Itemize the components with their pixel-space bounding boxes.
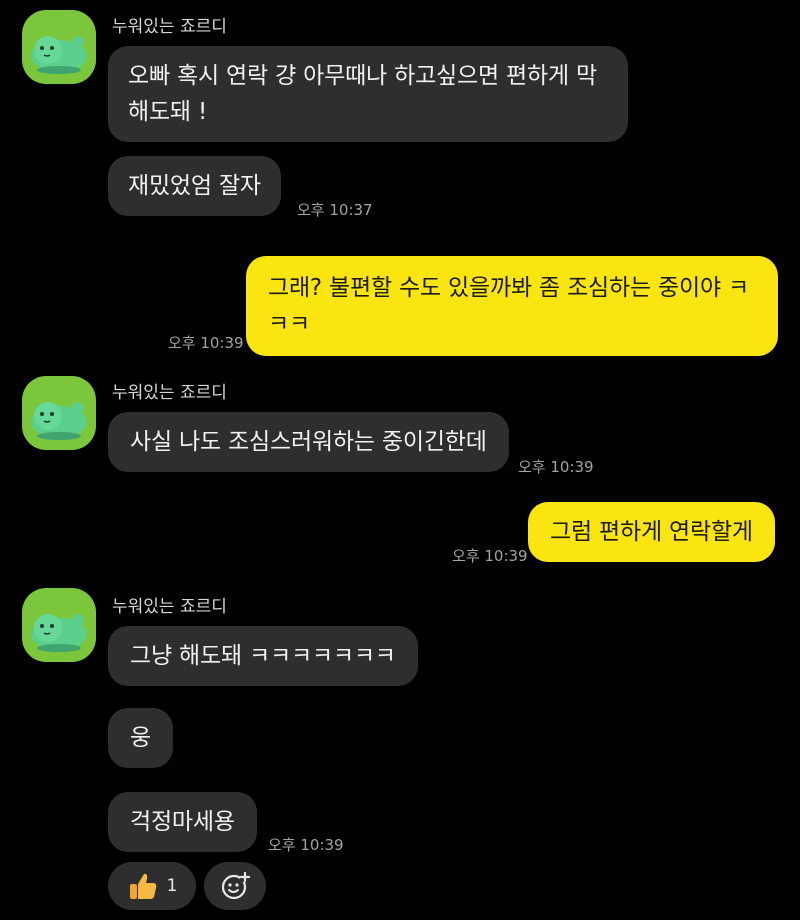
message-bubble-mine[interactable]: 그래? 불편할 수도 있을까봐 좀 조심하는 중이야 ㅋㅋㅋ (246, 256, 778, 356)
reaction-count: 1 (166, 876, 178, 896)
add-reaction-button[interactable] (204, 862, 266, 910)
avatar[interactable] (22, 588, 96, 662)
message-timestamp: 오후 10:39 (518, 458, 594, 476)
message-bubble-mine[interactable]: 그럼 편하게 연락할게 (528, 502, 775, 562)
message-bubble[interactable]: 그냥 해도돼 ㅋㅋㅋㅋㅋㅋㅋ (108, 626, 418, 686)
message-bubble[interactable]: 사실 나도 조심스러워하는 중이긴한데 (108, 412, 509, 472)
message-bubble[interactable]: 재밌었엄 잘자 (108, 156, 281, 216)
reaction-thumbs-up[interactable]: 1 (108, 862, 196, 910)
sender-name: 누워있는 죠르디 (112, 17, 227, 37)
sender-name: 누워있는 죠르디 (112, 597, 227, 617)
message-timestamp: 오후 10:37 (297, 201, 373, 219)
message-bubble[interactable]: 오빠 혹시 연락 걍 아무때나 하고싶으면 편하게 막 해도돼 ! (108, 46, 628, 142)
avatar[interactable] (22, 10, 96, 84)
message-bubble[interactable]: 걱정마세용 (108, 792, 257, 852)
message-timestamp: 오후 10:39 (452, 547, 528, 565)
thumbs-up-icon (127, 870, 159, 902)
message-timestamp: 오후 10:39 (268, 836, 344, 854)
add-reaction-icon (219, 870, 251, 902)
sender-name: 누워있는 죠르디 (112, 383, 227, 403)
avatar[interactable] (22, 376, 96, 450)
message-bubble[interactable]: 웅 (108, 708, 173, 768)
message-timestamp: 오후 10:39 (168, 334, 244, 352)
